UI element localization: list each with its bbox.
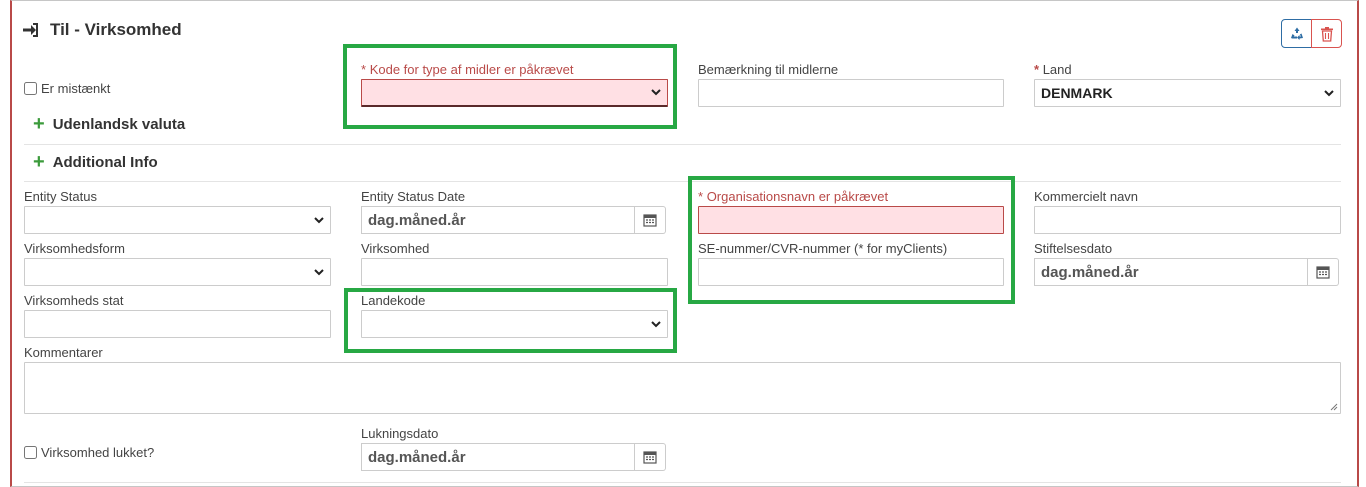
calendar-icon: [643, 214, 657, 227]
entity-status-select[interactable]: [24, 206, 331, 234]
organisationsnavn-input[interactable]: [698, 206, 1004, 234]
plus-icon: +: [33, 151, 45, 173]
lukningsdato-picker: dag.måned.år: [361, 443, 666, 471]
kommercielt-navn-label: Kommercielt navn: [1034, 189, 1139, 204]
page-title: Til - Virksomhed: [22, 20, 182, 40]
entity-status-label: Entity Status: [24, 189, 97, 204]
header-toolbar: [1281, 19, 1342, 48]
stiftelsesdato-button[interactable]: [1308, 258, 1339, 286]
divider: [24, 181, 1341, 182]
additional-info-toggle[interactable]: + Additional Info: [33, 152, 158, 172]
sign-in-icon: [23, 23, 38, 37]
stiftelsesdato-label: Stiftelsesdato: [1034, 241, 1113, 256]
trash-icon: [1320, 26, 1333, 42]
bemaerkning-input[interactable]: [698, 79, 1004, 107]
chevron-down-icon: [1324, 89, 1334, 96]
udenlandsk-valuta-toggle[interactable]: + Udenlandsk valuta: [33, 114, 185, 134]
entity-status-date-label: Entity Status Date: [361, 189, 466, 204]
lukningsdato-input[interactable]: dag.måned.år: [361, 443, 635, 471]
entity-status-date-input[interactable]: dag.måned.år: [361, 206, 635, 234]
chevron-down-icon: [314, 268, 324, 275]
lukningsdato-button[interactable]: [635, 443, 666, 471]
stiftelsesdato-picker: dag.måned.år: [1034, 258, 1339, 286]
calendar-icon: [1316, 266, 1330, 279]
er-mistaenkt-checkbox[interactable]: [24, 82, 37, 95]
chevron-down-icon: [651, 320, 661, 327]
resize-handle-icon[interactable]: [1330, 403, 1338, 411]
virksomheds-stat-label: Virksomheds stat: [24, 293, 124, 308]
entity-status-date-button[interactable]: [635, 206, 666, 234]
recycle-button[interactable]: [1281, 19, 1312, 48]
divider: [24, 144, 1341, 145]
organisationsnavn-label: * Organisationsnavn er påkrævet: [698, 189, 889, 204]
er-mistaenkt-checkbox-row[interactable]: Er mistænkt: [24, 81, 110, 96]
divider: [24, 482, 1341, 483]
additional-info-label: Additional Info: [52, 153, 158, 171]
landekode-select[interactable]: [361, 310, 668, 338]
lukningsdato-label: Lukningsdato: [361, 426, 439, 441]
page-title-text: Til - Virksomhed: [50, 20, 182, 39]
delete-button[interactable]: [1311, 19, 1342, 48]
virksomhed-lukket-checkbox[interactable]: [24, 446, 37, 459]
bemaerkning-label: Bemærkning til midlerne: [698, 62, 839, 77]
se-nummer-input[interactable]: [698, 258, 1004, 286]
land-label: * Land: [1034, 62, 1072, 77]
virksomheds-stat-input[interactable]: [24, 310, 331, 338]
virksomhedsform-label: Virksomhedsform: [24, 241, 125, 256]
kommentarer-textarea[interactable]: [24, 362, 1341, 414]
udenlandsk-valuta-label: Udenlandsk valuta: [52, 115, 186, 133]
se-nummer-label: SE-nummer/CVR-nummer (* for myClients): [698, 241, 948, 256]
kommercielt-navn-input[interactable]: [1034, 206, 1341, 234]
chevron-down-icon: [314, 216, 324, 223]
plus-icon: +: [33, 113, 45, 135]
virksomhed-lukket-label: Virksomhed lukket?: [41, 445, 155, 460]
kode-type-select[interactable]: [361, 79, 668, 107]
virksomhedsform-select[interactable]: [24, 258, 331, 286]
kommentarer-label: Kommentarer: [24, 345, 103, 360]
chevron-down-icon: [651, 89, 661, 96]
calendar-icon: [643, 451, 657, 464]
er-mistaenkt-label: Er mistænkt: [41, 81, 111, 96]
recycle-icon: [1290, 27, 1303, 40]
landekode-label: Landekode: [361, 293, 426, 308]
stiftelsesdato-input[interactable]: dag.måned.år: [1034, 258, 1308, 286]
virksomhed-input[interactable]: [361, 258, 668, 286]
virksomhed-label: Virksomhed: [361, 241, 430, 256]
land-select-value: DENMARK: [1041, 85, 1113, 101]
entity-status-date-picker: dag.måned.år: [361, 206, 666, 234]
land-select[interactable]: DENMARK: [1034, 79, 1341, 107]
virksomhed-lukket-checkbox-row[interactable]: Virksomhed lukket?: [24, 445, 154, 460]
kode-type-label: * Kode for type af midler er påkrævet: [361, 62, 574, 77]
